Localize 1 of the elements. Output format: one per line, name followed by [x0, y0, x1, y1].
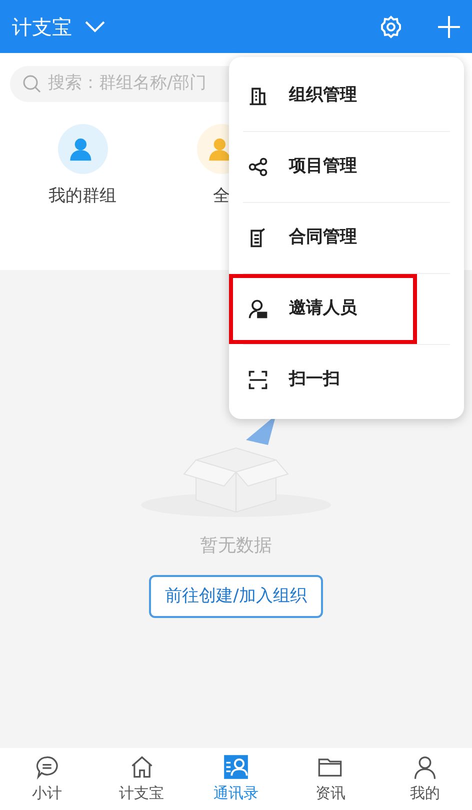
- empty-message: 暂无数据: [200, 534, 272, 558]
